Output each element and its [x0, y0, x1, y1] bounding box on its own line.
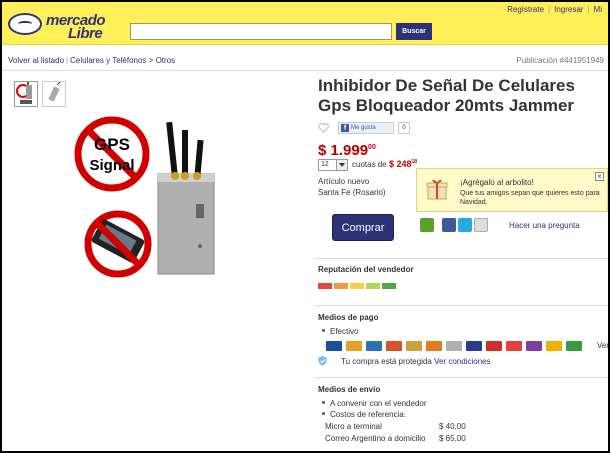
handshake-icon: [8, 13, 42, 35]
shipping-row-price: $ 40,00: [439, 422, 466, 431]
payment-card-icon: [506, 341, 522, 351]
rep-segment-3: [350, 283, 364, 289]
product-condition: Artículo nuevo Santa Fe (Rosario): [318, 176, 386, 198]
payment-card-icon: [446, 341, 462, 351]
payment-cash: Efectivo: [322, 327, 358, 336]
divider: [2, 70, 608, 71]
installment-amount-value: $ 248: [388, 159, 412, 169]
payment-card-icon: [406, 341, 422, 351]
search-input[interactable]: [130, 23, 392, 40]
shipping-row-label: Micro a terminal: [325, 422, 382, 431]
rep-segment-5: [382, 283, 396, 289]
rep-segment-1: [318, 283, 332, 289]
shipping-row-label: Correo Argentino a domicilio: [325, 434, 426, 443]
payment-card-icon: [326, 341, 342, 351]
mercadolibre-logo[interactable]: mercado Libre: [8, 10, 120, 42]
thumbnail-2[interactable]: [42, 81, 66, 107]
jammer-thumbnail-icon: [16, 82, 32, 104]
close-icon[interactable]: ×: [595, 172, 604, 181]
rep-segment-2: [334, 283, 348, 289]
login-link[interactable]: Ingresar: [554, 5, 583, 14]
divider: [314, 305, 608, 306]
chevron-down-icon: [336, 160, 347, 170]
payment-card-icon: [386, 341, 402, 351]
facebook-share-icon[interactable]: [442, 218, 456, 232]
tooltip-title: ¡Agrégalo al arbolito!: [460, 178, 534, 187]
protection-text: Tu compra está protegida: [341, 357, 432, 366]
shipping-title: Medios de envío: [318, 385, 381, 394]
share-icon[interactable]: [420, 218, 434, 232]
breadcrumb: Volver al listado | Celulares y Teléfonos …: [8, 56, 175, 65]
register-link[interactable]: Regístrate: [507, 5, 544, 14]
gps-label: GPS: [94, 135, 130, 154]
shipping-option: A convenir con el vendedor: [322, 399, 427, 408]
location-label: Santa Fe (Rosario): [318, 188, 386, 197]
twitter-share-icon[interactable]: [458, 218, 472, 232]
more-payments-link[interactable]: Ver: [597, 341, 608, 350]
installment-amount-cents: 18: [411, 159, 418, 165]
shipping-row-price: $ 65,00: [439, 434, 466, 443]
protection-conditions-link[interactable]: Ver condiciones: [434, 357, 490, 366]
payment-card-icon: [526, 341, 542, 351]
gift-icon: [426, 179, 448, 200]
installments-select[interactable]: 12: [318, 159, 348, 171]
divider: [314, 258, 608, 259]
payment-card-icon: [466, 341, 482, 351]
payment-card-icon: [346, 341, 362, 351]
device-thumbnail-icon: [48, 81, 61, 102]
shield-icon: [318, 356, 327, 366]
top-bar: mercado Libre Buscar Regístrate | Ingresar…: [2, 2, 608, 45]
installments-label: cuotas de: [352, 160, 387, 169]
account-links: Regístrate | Ingresar | Mi: [505, 5, 604, 14]
installments-info: cuotas de $ 24818: [352, 159, 417, 169]
reputation-thermometer: [318, 281, 398, 291]
thumbnail-1[interactable]: [14, 81, 38, 107]
payment-card-icon: [426, 341, 442, 351]
price-main: $ 1.999: [318, 142, 369, 159]
publication-number: Publicación #441951949: [516, 56, 604, 65]
email-share-icon[interactable]: [474, 218, 488, 232]
payment-card-icon: [486, 341, 502, 351]
my-account-link[interactable]: Mi: [594, 5, 602, 14]
search-button[interactable]: Buscar: [396, 23, 432, 40]
product-title: Inhibidor De Señal De Celulares Gps Bloq…: [318, 76, 575, 115]
installments-value: 12: [321, 161, 329, 168]
condition-label: Artículo nuevo: [318, 177, 370, 186]
purchase-protection: Tu compra está protegida Ver condiciones: [341, 357, 491, 366]
category-path-link[interactable]: Celulares y Teléfonos > Otros: [70, 56, 175, 65]
payment-card-icon: [546, 341, 562, 351]
ask-question-link[interactable]: Hacer una pregunta: [509, 221, 580, 230]
signal-label: Signal: [89, 157, 134, 174]
facebook-like-count: 0: [398, 122, 410, 134]
shipping-option: Costos de referencia:: [322, 410, 406, 419]
facebook-like-button[interactable]: Me gusta: [338, 122, 394, 134]
rep-segment-4: [366, 283, 380, 289]
reputation-title: Reputación del vendedor: [318, 265, 414, 274]
payment-card-icon: [366, 341, 382, 351]
product-image[interactable]: GPS Signal: [72, 114, 284, 286]
page-frame: mercado Libre Buscar Regístrate | Ingresar…: [0, 0, 610, 453]
price-cents: 00: [368, 144, 376, 151]
separator: |: [587, 5, 590, 14]
wishlist-tooltip: ¡Agrégalo al arbolito! Que tus amigos se…: [416, 168, 608, 212]
buy-button[interactable]: Comprar: [332, 214, 394, 241]
installment-amount: $ 24818: [389, 159, 417, 169]
divider: [314, 377, 608, 378]
price: $ 1.99900: [318, 142, 376, 159]
separator: |: [548, 5, 551, 14]
tooltip-text: Que tus amigos sepan que quieres esto pa…: [460, 190, 600, 206]
logo-word-2: Libre: [68, 25, 103, 42]
separator: |: [66, 56, 69, 65]
back-to-list-link[interactable]: Volver al listado: [8, 56, 64, 65]
heart-icon[interactable]: [318, 123, 329, 133]
payment-card-icon: [566, 341, 582, 351]
payment-title: Medios de pago: [318, 313, 379, 322]
